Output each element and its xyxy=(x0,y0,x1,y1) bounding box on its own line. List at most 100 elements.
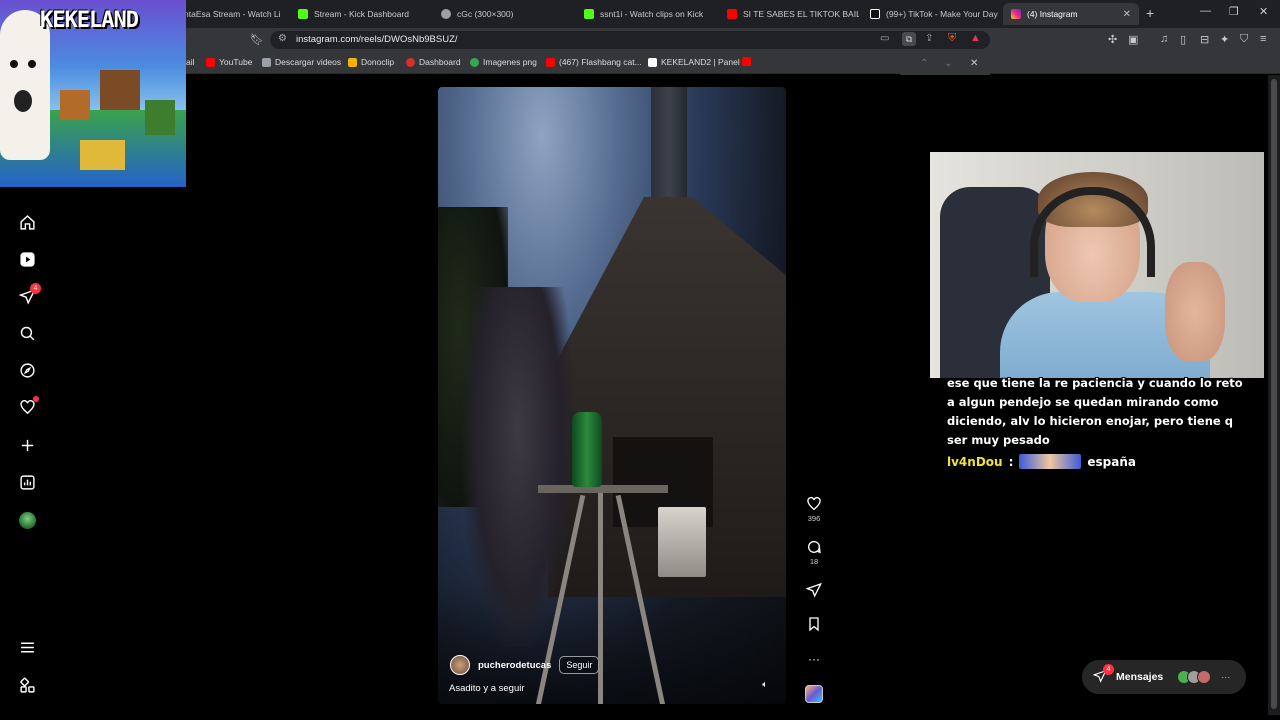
vpn-icon[interactable]: ⛉ xyxy=(1240,33,1248,46)
more-menu-icon[interactable] xyxy=(17,637,37,657)
bookmark-youtube[interactable]: YouTube xyxy=(206,57,252,67)
brave-rewards-icon[interactable]: ▲ xyxy=(970,32,981,44)
comment-icon[interactable] xyxy=(804,539,824,555)
notifications-heart-icon[interactable] xyxy=(17,396,39,417)
next-match-icon[interactable]: ⌄ xyxy=(944,58,952,69)
comment-action[interactable]: 18 xyxy=(804,539,824,566)
bookmark-donoclip[interactable]: Donoclip xyxy=(348,57,394,67)
tab-image[interactable]: cGc (300×300) xyxy=(433,3,573,25)
maximize-icon[interactable]: ❐ xyxy=(1229,5,1239,18)
menu-icon[interactable]: ≡ xyxy=(1260,33,1266,45)
tab-title: SI TE SABES EL TIKTOK BAILA! xyxy=(743,9,859,19)
page-scrollbar[interactable] xyxy=(1268,75,1280,715)
chat-overlay: ese que tiene la re paciencia y cuando l… xyxy=(947,374,1247,469)
more-options-action[interactable]: ··· xyxy=(804,651,824,667)
messages-label: Mensajes xyxy=(1116,671,1164,683)
bookmark-label: ail xyxy=(186,57,195,67)
also-from-meta-icon[interactable] xyxy=(17,675,37,695)
like-action[interactable]: 396 xyxy=(804,496,824,523)
close-window-icon[interactable]: ✕ xyxy=(1259,5,1268,18)
bookmark-flashbang-cat[interactable]: (467) Flashbang cat... xyxy=(546,57,642,67)
overlay-block xyxy=(60,90,90,120)
search-icon[interactable] xyxy=(17,323,37,343)
wallet-icon[interactable]: ⊟ xyxy=(1200,33,1209,46)
bookmark-descargar-videos[interactable]: Descargar videos xyxy=(262,57,341,67)
tab-youtube-video[interactable]: SI TE SABES EL TIKTOK BAILA! xyxy=(719,3,859,25)
youtube-icon xyxy=(742,57,751,66)
reel-chimney xyxy=(651,87,687,207)
cast-icon[interactable]: ▭ xyxy=(880,33,889,44)
youtube-icon xyxy=(727,9,737,19)
extensions-icon[interactable]: ✣ xyxy=(1108,33,1117,46)
overlay-title: KEKELAND xyxy=(40,8,139,33)
chat-message-text: ese que tiene la re paciencia y cuando l… xyxy=(947,376,1243,447)
tab-title: (99+) TikTok - Make Your Day xyxy=(886,9,998,19)
toolbar: 🔖︎ ⚙︎ instagram.com/reels/DWOsNb9BSUZ/ ▭… xyxy=(0,28,1280,52)
youtube-icon xyxy=(206,57,215,67)
site-info-icon[interactable]: ⚙︎ xyxy=(278,33,287,44)
bookmark-gmail[interactable]: ail xyxy=(186,57,195,67)
chat-emote xyxy=(1019,454,1082,469)
explore-icon[interactable] xyxy=(17,360,37,380)
tab-tiktok[interactable]: (99+) TikTok - Make Your Day xyxy=(862,3,1002,25)
bookmark-youtube-extra[interactable] xyxy=(742,57,751,66)
donoclip-icon xyxy=(348,57,357,67)
new-tab-button[interactable]: + xyxy=(1146,5,1154,21)
media-icon[interactable]: ♫ xyxy=(1160,33,1168,45)
close-tab-icon[interactable]: ✕ xyxy=(1123,9,1131,20)
more-options-icon[interactable]: ··· xyxy=(804,651,824,667)
audio-thumbnail[interactable] xyxy=(805,685,823,703)
overlay-block xyxy=(80,140,125,170)
find-bar: ⌃ ⌄ ✕ xyxy=(900,56,990,76)
bookmark-icon[interactable] xyxy=(804,616,824,632)
bookmark-dashboard[interactable]: Dashboard xyxy=(406,57,461,67)
heart-icon[interactable] xyxy=(804,496,824,512)
leo-ai-icon[interactable]: ✦ xyxy=(1220,33,1229,46)
create-icon[interactable] xyxy=(17,435,37,455)
bookmark-label: Descargar videos xyxy=(275,57,342,67)
home-icon[interactable] xyxy=(17,212,37,232)
follow-button[interactable]: Seguir xyxy=(559,656,600,674)
sidebar-icon[interactable]: ▯ xyxy=(1180,33,1186,46)
youtube-icon xyxy=(546,57,555,67)
author-username[interactable]: pucherodetucas xyxy=(478,660,551,671)
reel-video[interactable] xyxy=(438,87,786,704)
minimize-icon[interactable]: — xyxy=(1200,5,1211,17)
send-icon[interactable] xyxy=(804,582,824,598)
bookmark-kekeland-panel[interactable]: KEKELAND2 | Panel xyxy=(648,57,740,67)
share-icon[interactable]: ⇪ xyxy=(925,33,933,44)
picture-in-picture-icon[interactable]: ⧉ xyxy=(902,32,916,46)
bookmark-label: (467) Flashbang cat... xyxy=(559,57,642,67)
direct-messages-icon[interactable]: 4 xyxy=(17,283,41,306)
bookmark-page-icon[interactable]: 🔖︎ xyxy=(250,33,264,46)
tab-title: cGc (300×300) xyxy=(457,9,514,19)
save-action[interactable] xyxy=(804,616,824,632)
tab-kick-dashboard[interactable]: Stream - Kick Dashboard xyxy=(290,3,430,25)
dashboard-icon xyxy=(406,57,415,67)
previous-match-icon[interactable]: ⌃ xyxy=(920,58,928,69)
bookmark-label: KEKELAND2 | Panel xyxy=(661,57,740,67)
tab-instagram[interactable]: (4) Instagram ✕ xyxy=(1003,3,1139,25)
bookmark-imagenes-png[interactable]: Imagenes png xyxy=(470,57,537,67)
reel-bottle xyxy=(572,412,602,487)
chat-separator: : xyxy=(1008,454,1014,469)
reels-icon[interactable] xyxy=(17,249,37,269)
author-avatar[interactable] xyxy=(450,655,470,675)
scrollbar-thumb[interactable] xyxy=(1271,79,1277,709)
notification-badge: 4 xyxy=(30,283,41,294)
mute-icon[interactable]: 🔈︎ xyxy=(759,679,771,691)
dashboard-icon[interactable] xyxy=(17,472,37,492)
reel-author: pucherodetucas Seguir xyxy=(450,655,600,675)
messages-button[interactable]: 4 Mensajes ··· xyxy=(1082,660,1246,694)
wallet-icon[interactable]: ▣ xyxy=(1128,33,1138,46)
profile-avatar[interactable] xyxy=(17,510,37,530)
tab-title: (4) Instagram xyxy=(1027,9,1078,19)
tiktok-icon xyxy=(870,9,880,19)
share-action[interactable] xyxy=(804,582,824,598)
tab-kick-stream[interactable]: ntaEsa Stream - Watch Li xyxy=(176,3,282,25)
address-bar[interactable]: ⚙︎ instagram.com/reels/DWOsNb9BSUZ/ ▭ ⧉ … xyxy=(270,31,990,49)
tab-kick-clips[interactable]: ssnt1i - Watch clips on Kick xyxy=(576,3,716,25)
overlay-block xyxy=(145,100,175,135)
brave-shields-icon[interactable]: ⛨ xyxy=(948,32,956,45)
close-find-icon[interactable]: ✕ xyxy=(970,58,978,69)
